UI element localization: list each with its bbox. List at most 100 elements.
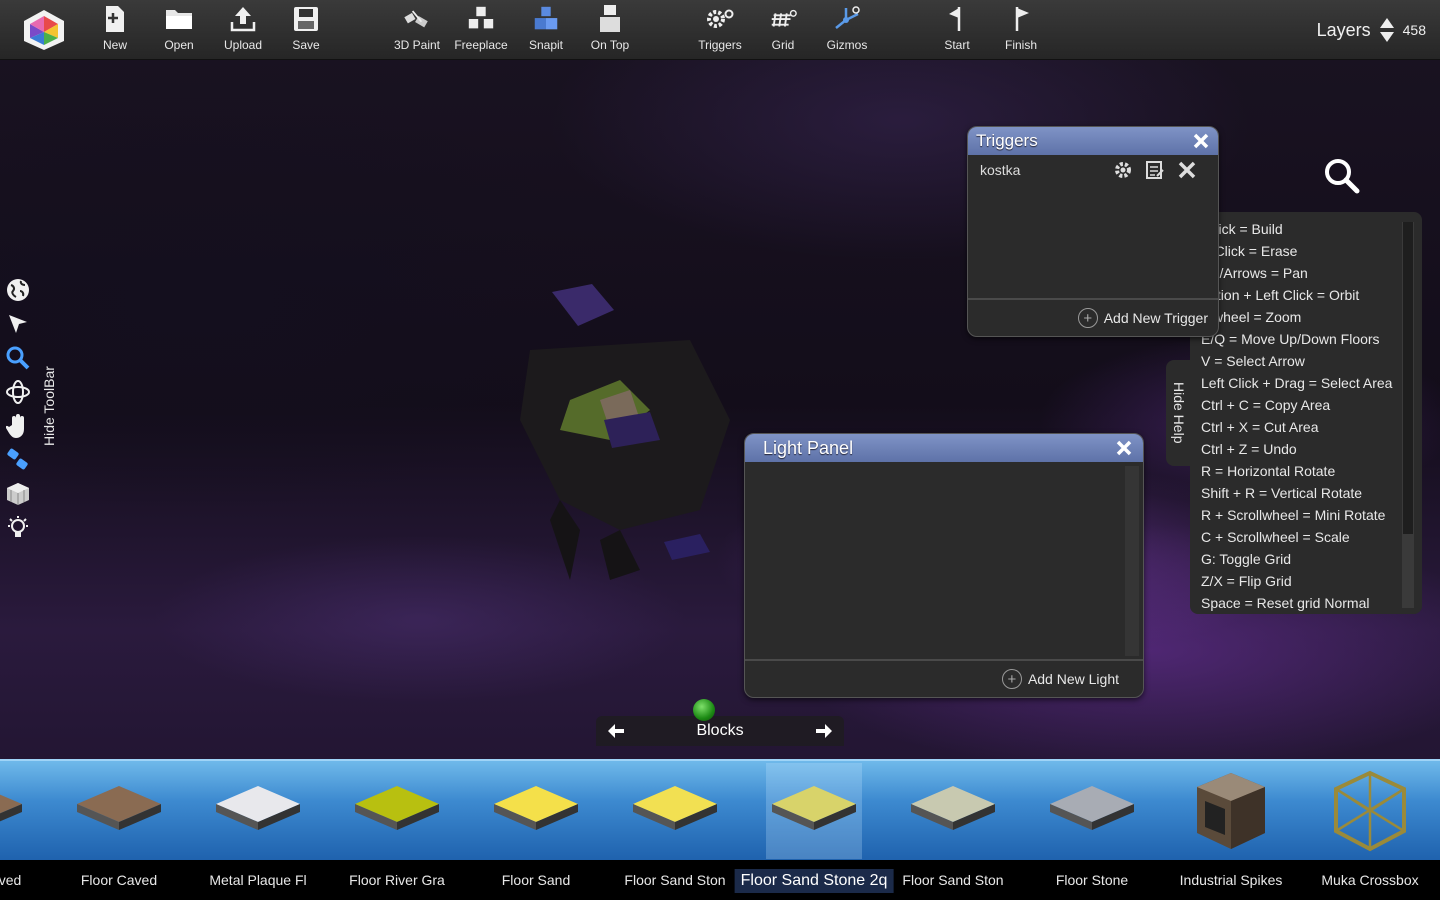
help-line: G: Toggle Grid xyxy=(1201,551,1292,567)
pan-hand-icon[interactable] xyxy=(4,412,32,440)
help-line: R = Horizontal Rotate xyxy=(1201,463,1336,479)
palette-tile[interactable] xyxy=(0,763,28,859)
help-line: WASD/Arrows = Pan xyxy=(1190,265,1308,281)
hide-help-toggle[interactable]: Hide Help xyxy=(1166,360,1192,466)
help-line: Scrollwheel = Zoom xyxy=(1190,309,1302,325)
palette-tile[interactable] xyxy=(488,763,584,859)
globe-icon[interactable] xyxy=(4,276,32,304)
palette-item-name[interactable]: Industrial Spikes xyxy=(1180,872,1283,888)
palette-tile[interactable] xyxy=(1322,763,1418,859)
help-line: R + Scrollwheel = Mini Rotate xyxy=(1201,507,1386,523)
delete-icon[interactable] xyxy=(1176,159,1198,181)
finish-flag-icon xyxy=(1006,4,1036,34)
palette-tile[interactable] xyxy=(1183,763,1279,859)
block-names-bar: ved Floor Caved Metal Plaque Fl Floor River… xyxy=(0,860,1440,900)
layers-up-down-icon[interactable] xyxy=(1379,16,1395,44)
help-line: Left Click + Drag = Select Area xyxy=(1201,375,1393,391)
help-line: Left Click = Build xyxy=(1190,221,1283,237)
palette-item-name[interactable]: Floor Caved xyxy=(81,872,157,888)
palette-item-name[interactable]: Muka Crossbox xyxy=(1321,872,1418,888)
help-line: Ctrl + C = Copy Area xyxy=(1201,397,1331,413)
plus-circle-icon: + xyxy=(1001,669,1022,689)
cubes-icon xyxy=(466,4,496,34)
close-icon[interactable] xyxy=(1115,439,1133,457)
palette-item-name[interactable]: Floor Sand Ston xyxy=(624,872,725,888)
palette-item-name[interactable]: Floor Sand Ston xyxy=(902,872,1003,888)
arrow-left-icon[interactable] xyxy=(606,721,626,741)
edit-notes-icon[interactable] xyxy=(1144,159,1166,181)
close-icon[interactable] xyxy=(1192,132,1210,150)
gizmo-icon xyxy=(832,4,862,34)
add-new-trigger-label: Add New Trigger xyxy=(1103,310,1208,326)
open-button[interactable]: Open xyxy=(147,4,211,56)
palette-tile[interactable] xyxy=(1044,763,1140,859)
stack-cube-icon xyxy=(595,4,625,34)
block-icon[interactable] xyxy=(4,480,32,508)
orbit-icon[interactable] xyxy=(4,378,32,406)
trigger-item[interactable]: kostka xyxy=(968,155,1218,185)
gizmos-button[interactable]: Gizmos xyxy=(815,4,879,56)
grid-icon xyxy=(768,4,798,34)
save-button[interactable]: Save xyxy=(274,4,338,56)
grid-button[interactable]: Grid xyxy=(751,4,815,56)
triggers-button[interactable]: Triggers xyxy=(688,4,752,56)
folder-icon xyxy=(164,4,194,34)
search-icon[interactable] xyxy=(1322,156,1362,196)
app-logo[interactable] xyxy=(20,8,68,52)
light-bulb-icon[interactable] xyxy=(4,514,32,542)
help-scrollbar[interactable] xyxy=(1402,222,1414,608)
light-panel-title: Light Panel xyxy=(763,437,854,458)
select-arrow-icon[interactable] xyxy=(4,310,32,338)
on-top-button[interactable]: On Top xyxy=(578,4,642,56)
palette-item-name[interactable]: Metal Plaque Fl xyxy=(209,872,306,888)
block-palette xyxy=(0,759,1440,860)
light-panel-header[interactable]: Light Panel xyxy=(745,434,1143,462)
gear-icon[interactable] xyxy=(1112,159,1134,181)
light-panel-scrollbar[interactable] xyxy=(1125,466,1139,656)
palette-tile[interactable] xyxy=(627,763,723,859)
paint-icon[interactable] xyxy=(4,446,32,474)
palette-tile[interactable] xyxy=(766,763,862,859)
plus-circle-icon: + xyxy=(1077,308,1098,328)
new-button[interactable]: New xyxy=(83,4,147,56)
triggers-panel-header[interactable]: Triggers xyxy=(968,127,1218,155)
left-toolbar xyxy=(4,276,34,542)
palette-item-name[interactable]: Floor Stone xyxy=(1056,872,1128,888)
help-line: Shift + R = Vertical Rotate xyxy=(1201,485,1363,501)
arrow-right-icon[interactable] xyxy=(814,721,834,741)
trigger-name: kostka xyxy=(980,162,1021,178)
zoom-icon[interactable] xyxy=(4,344,32,372)
start-button[interactable]: Start xyxy=(925,4,989,56)
help-panel: Left Click = Build Right Click = Erase W… xyxy=(1190,212,1422,614)
3d-paint-button[interactable]: 3D Paint xyxy=(385,4,449,56)
hide-toolbar-toggle[interactable]: Hide ToolBar xyxy=(38,360,60,452)
palette-tile[interactable] xyxy=(349,763,445,859)
new-file-icon xyxy=(100,4,130,34)
help-scroll-thumb[interactable] xyxy=(1403,222,1413,534)
help-line: Alt/Option + Left Click = Orbit xyxy=(1190,287,1360,303)
help-line: Space = Reset grid Normal xyxy=(1201,595,1370,611)
palette-tile[interactable] xyxy=(905,763,1001,859)
palette-tile[interactable] xyxy=(210,763,306,859)
start-flag-icon xyxy=(942,4,972,34)
help-list: Left Click = Build Right Click = Erase W… xyxy=(1190,218,1392,614)
add-new-trigger-button[interactable]: + Add New Trigger xyxy=(968,298,1218,336)
palette-item-name[interactable]: Floor Sand xyxy=(502,872,570,888)
snapit-button[interactable]: Snapit xyxy=(514,4,578,56)
layers-label: Layers xyxy=(1316,19,1371,40)
upload-icon xyxy=(228,4,258,34)
light-panel: Light Panel + Add New Light xyxy=(744,433,1144,698)
add-new-light-button[interactable]: + Add New Light xyxy=(745,659,1143,697)
paint-roller-icon xyxy=(402,4,432,34)
top-toolbar: New Open Upload Save 3D Paint Freeplace xyxy=(0,0,1440,60)
upload-button[interactable]: Upload xyxy=(211,4,275,56)
palette-item-name[interactable]: Floor River Gra xyxy=(349,872,445,888)
blocks-category-nav: Blocks xyxy=(596,716,844,746)
palette-tile[interactable] xyxy=(71,763,167,859)
finish-button[interactable]: Finish xyxy=(989,4,1053,56)
freeplace-button[interactable]: Freeplace xyxy=(449,4,513,56)
palette-item-name[interactable]: ved xyxy=(0,872,21,888)
help-line: Ctrl + Z = Undo xyxy=(1201,441,1297,457)
palette-item-name[interactable]: Floor Sand Stone 2q xyxy=(734,869,894,893)
snap-cubes-icon xyxy=(531,4,561,34)
